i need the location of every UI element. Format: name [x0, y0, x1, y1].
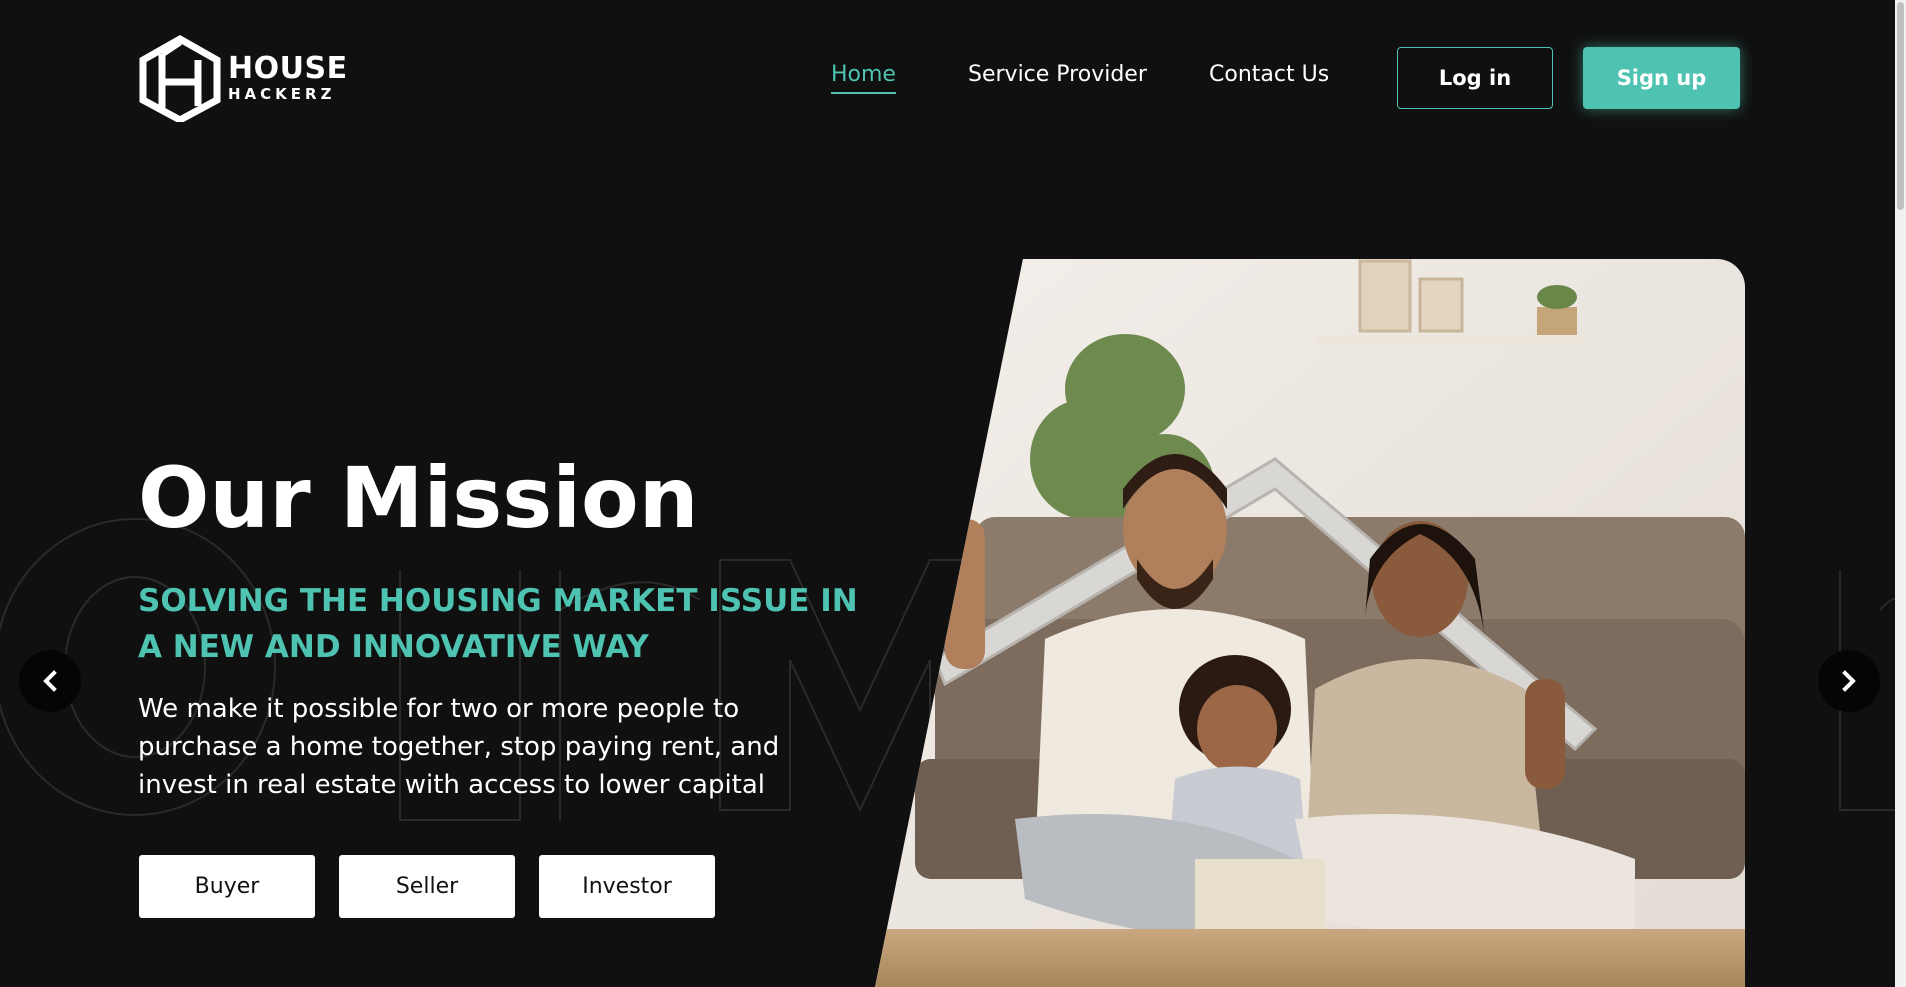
- login-button[interactable]: Log in: [1397, 47, 1553, 109]
- brand-logo[interactable]: HOUSE HACKERZ: [138, 34, 348, 122]
- brand-name-line2: HACKERZ: [228, 85, 336, 103]
- hero-subtitle: SOLVING THE HOUSING MARKET ISSUE IN A NE…: [138, 583, 858, 665]
- brand-name: HOUSE HACKERZ: [228, 54, 348, 102]
- scrollbar-thumb[interactable]: [1897, 2, 1904, 210]
- carousel-next-button[interactable]: [1818, 650, 1880, 712]
- nav-link-home[interactable]: Home: [831, 62, 896, 94]
- landing-page: HOUSE HACKERZ Home Service Provider Cont…: [0, 0, 1906, 987]
- hero-title: Our Mission: [138, 449, 699, 547]
- brand-name-line1: HOUSE: [228, 51, 348, 86]
- hero-image: [875, 259, 1745, 987]
- carousel-prev-button[interactable]: [19, 650, 81, 712]
- nav-link-contact-us[interactable]: Contact Us: [1209, 62, 1329, 87]
- buyer-button[interactable]: Buyer: [139, 855, 315, 918]
- chevron-right-icon: [1842, 670, 1856, 692]
- signup-button[interactable]: Sign up: [1583, 47, 1740, 109]
- house-h-logo-icon: [139, 34, 221, 122]
- seller-button[interactable]: Seller: [339, 855, 515, 918]
- chevron-left-icon: [43, 670, 57, 692]
- page-scrollbar[interactable]: [1895, 0, 1906, 987]
- hero-description: We make it possible for two or more peop…: [138, 694, 780, 800]
- family-under-roof-photo: [875, 259, 1745, 987]
- investor-button[interactable]: Investor: [539, 855, 715, 918]
- nav-link-service-provider[interactable]: Service Provider: [968, 62, 1147, 87]
